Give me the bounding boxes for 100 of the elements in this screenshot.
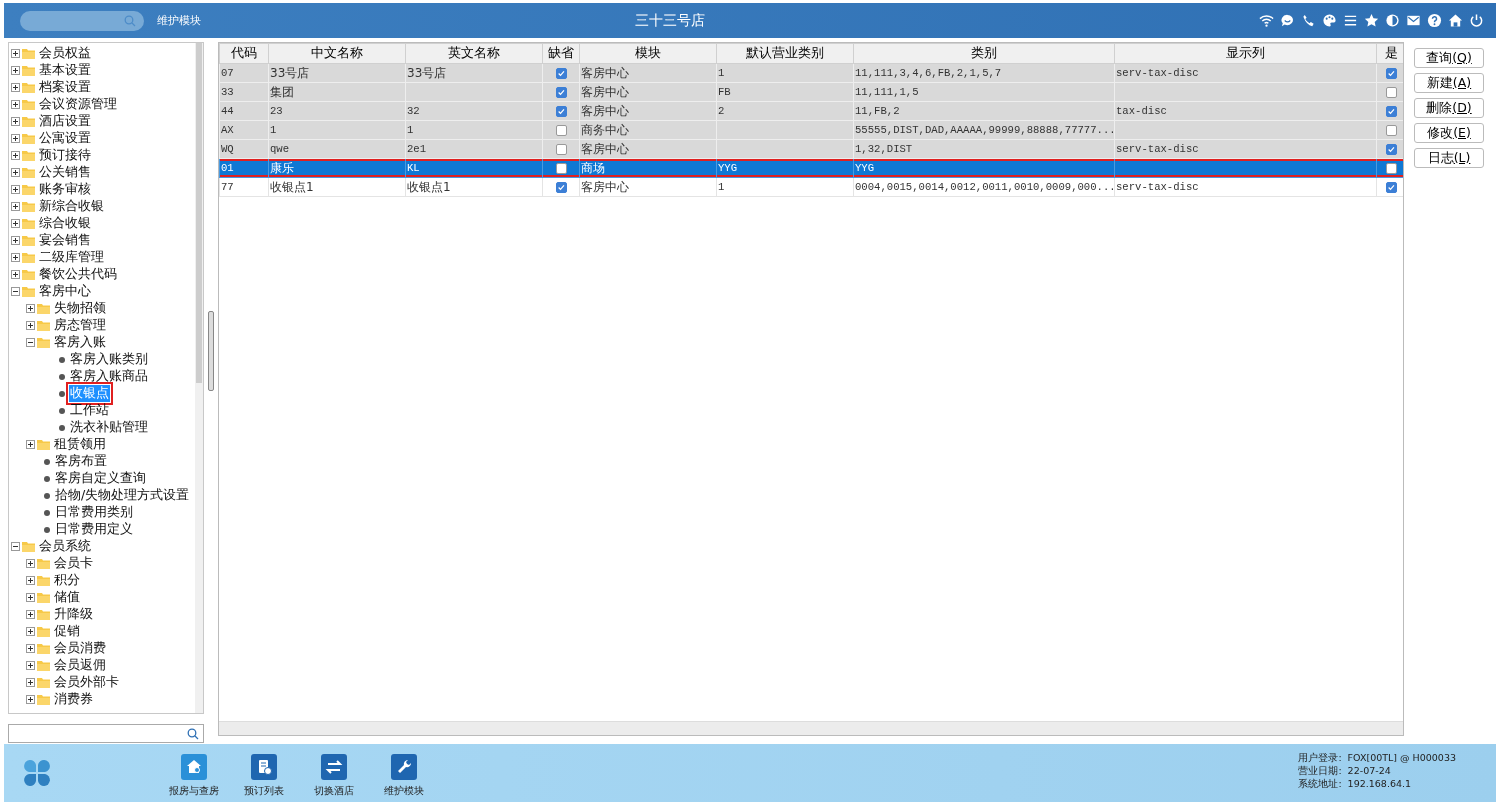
expand-icon[interactable] (26, 304, 35, 313)
expand-icon[interactable] (26, 661, 35, 670)
action-button[interactable]: 新建(A) (1414, 73, 1484, 93)
dock-button[interactable]: 预订列表 (239, 754, 289, 798)
tree-item[interactable]: 日常费用类别 (54, 504, 134, 521)
tree-item[interactable]: 基本设置 (38, 62, 92, 79)
tree-item[interactable]: 客房布置 (54, 453, 108, 470)
checkbox[interactable] (1385, 162, 1397, 174)
collapse-icon[interactable] (26, 338, 35, 347)
checkbox[interactable] (1385, 86, 1397, 98)
tree-item[interactable]: 预订接待 (38, 147, 92, 164)
contrast-icon[interactable] (1385, 13, 1400, 28)
wifi-icon[interactable] (1259, 13, 1274, 28)
mail-icon[interactable] (1406, 13, 1421, 28)
tree-item[interactable]: 租赁领用 (53, 436, 107, 453)
expand-icon[interactable] (11, 185, 20, 194)
column-header[interactable]: 缺省 (542, 43, 580, 64)
splitter-handle[interactable] (208, 311, 214, 391)
palette-icon[interactable] (1322, 13, 1337, 28)
expand-icon[interactable] (11, 270, 20, 279)
tree-item[interactable]: 酒店设置 (38, 113, 92, 130)
tree-item[interactable]: 日常费用定义 (54, 521, 134, 538)
expand-icon[interactable] (26, 695, 35, 704)
checkbox[interactable] (555, 105, 567, 117)
tree-item[interactable]: 消费券 (53, 691, 94, 708)
tree-item[interactable]: 公寓设置 (38, 130, 92, 147)
tree-item[interactable]: 会员系统 (38, 538, 92, 555)
tree-item[interactable]: 洗衣补贴管理 (69, 419, 149, 436)
tree-item[interactable]: 客房中心 (38, 283, 92, 300)
tree-item[interactable]: 工作站 (69, 402, 110, 419)
expand-icon[interactable] (11, 49, 20, 58)
tree-item[interactable]: 会员卡 (53, 555, 94, 572)
expand-icon[interactable] (11, 202, 20, 211)
tree-item[interactable]: 宴会销售 (38, 232, 92, 249)
expand-icon[interactable] (11, 253, 20, 262)
menu-icon[interactable] (1343, 13, 1358, 28)
home-icon[interactable] (1448, 13, 1463, 28)
expand-icon[interactable] (26, 678, 35, 687)
chat-icon[interactable] (1280, 13, 1295, 28)
horizontal-scrollbar[interactable] (219, 721, 1403, 735)
checkbox[interactable] (555, 143, 567, 155)
tree-item[interactable]: 公关销售 (38, 164, 92, 181)
star-icon[interactable] (1364, 13, 1379, 28)
tree-item[interactable]: 促销 (53, 623, 81, 640)
expand-icon[interactable] (11, 168, 20, 177)
dock-button[interactable]: 切换酒店 (309, 754, 359, 798)
expand-icon[interactable] (11, 134, 20, 143)
collapse-icon[interactable] (11, 287, 20, 296)
expand-icon[interactable] (11, 117, 20, 126)
checkbox[interactable] (1385, 181, 1397, 193)
checkbox[interactable] (555, 162, 567, 174)
expand-icon[interactable] (11, 66, 20, 75)
expand-icon[interactable] (11, 100, 20, 109)
column-header[interactable]: 模块 (579, 43, 717, 64)
column-header[interactable]: 英文名称 (405, 43, 543, 64)
action-button[interactable]: 修改(E) (1414, 123, 1484, 143)
expand-icon[interactable] (26, 644, 35, 653)
tree-item[interactable]: 会员外部卡 (53, 674, 120, 691)
tree-item[interactable]: 积分 (53, 572, 81, 589)
action-button[interactable]: 删除(D) (1414, 98, 1484, 118)
tree-item[interactable]: 综合收银 (38, 215, 92, 232)
tree-item[interactable]: 客房入账 (53, 334, 107, 351)
expand-icon[interactable] (26, 593, 35, 602)
checkbox[interactable] (555, 86, 567, 98)
column-header[interactable]: 中文名称 (268, 43, 406, 64)
tree-item[interactable]: 档案设置 (38, 79, 92, 96)
tree-item[interactable]: 二级库管理 (38, 249, 105, 266)
checkbox[interactable] (1385, 124, 1397, 136)
expand-icon[interactable] (11, 83, 20, 92)
expand-icon[interactable] (26, 576, 35, 585)
checkbox[interactable] (1385, 67, 1397, 79)
phone-icon[interactable] (1301, 13, 1316, 28)
tree-item[interactable]: 房态管理 (53, 317, 107, 334)
checkbox[interactable] (555, 67, 567, 79)
expand-icon[interactable] (11, 151, 20, 160)
dock-button[interactable]: 报房与查房 (169, 754, 219, 798)
expand-icon[interactable] (26, 559, 35, 568)
tree-item[interactable]: 客房自定义查询 (54, 470, 147, 487)
tree-item[interactable]: 会员权益 (38, 45, 92, 62)
action-button[interactable]: 查询(Q) (1414, 48, 1484, 68)
dock-button[interactable]: 维护模块 (379, 754, 429, 798)
tree-item[interactable]: 会员消费 (53, 640, 107, 657)
expand-icon[interactable] (11, 236, 20, 245)
help-icon[interactable] (1427, 13, 1442, 28)
expand-icon[interactable] (26, 627, 35, 636)
action-button[interactable]: 日志(L) (1414, 148, 1484, 168)
column-header[interactable]: 是 (1376, 43, 1403, 64)
checkbox[interactable] (555, 181, 567, 193)
tree-item[interactable]: 拾物/失物处理方式设置 (54, 487, 191, 504)
tree-item[interactable]: 新综合收银 (38, 198, 105, 215)
tree-item[interactable]: 会议资源管理 (38, 96, 118, 113)
tree-item[interactable]: 账务审核 (38, 181, 92, 198)
checkbox[interactable] (1385, 105, 1397, 117)
tree-item[interactable]: 储值 (53, 589, 81, 606)
tree-item[interactable]: 失物招领 (53, 300, 107, 317)
collapse-icon[interactable] (11, 542, 20, 551)
power-icon[interactable] (1469, 13, 1484, 28)
column-header[interactable]: 显示列 (1114, 43, 1377, 64)
column-header[interactable]: 代码 (219, 43, 269, 64)
tree-item[interactable]: 客房入账商品 (69, 368, 149, 385)
